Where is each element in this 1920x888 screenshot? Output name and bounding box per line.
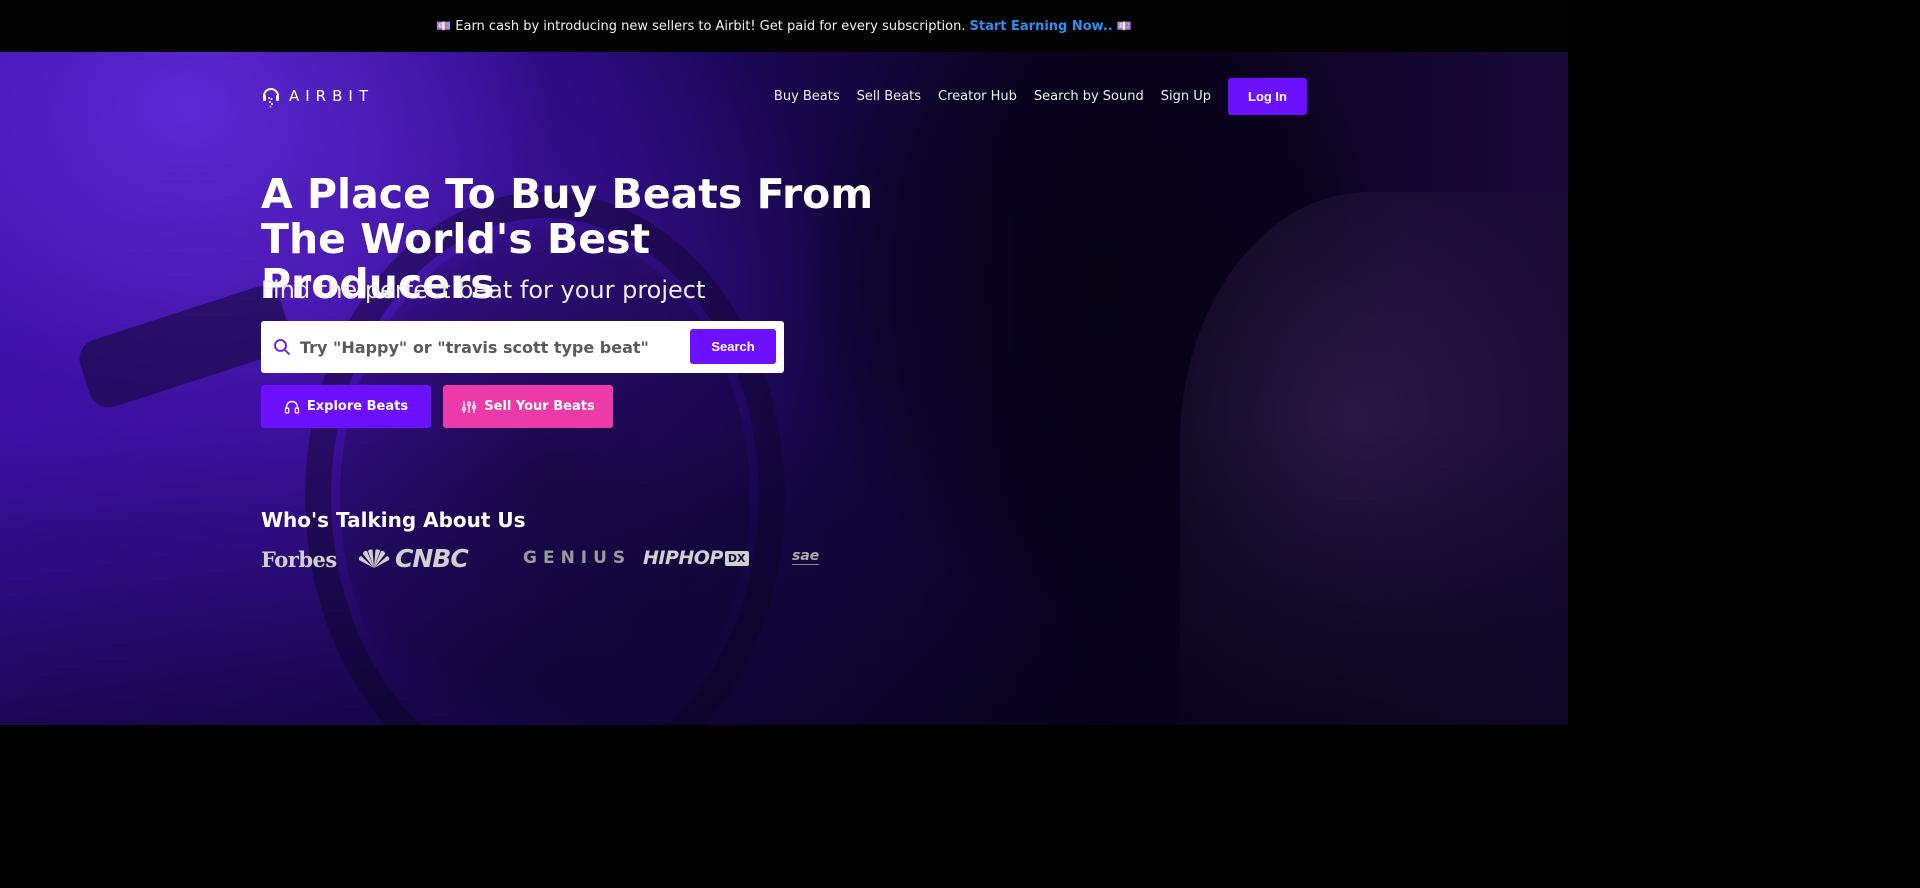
forbes-logo: Forbes — [261, 547, 337, 572]
sell-your-beats-label: Sell Your Beats — [484, 399, 595, 414]
search-box: Search — [261, 321, 784, 373]
airbit-logo[interactable]: AIRBIT — [261, 84, 374, 108]
background-shade — [0, 52, 1568, 725]
nav-links: Buy Beats Sell Beats Creator Hub Search … — [757, 77, 1307, 115]
sae-logo: sae — [792, 548, 820, 565]
nav-search-by-sound[interactable]: Search by Sound — [1034, 89, 1144, 104]
sliders-icon — [462, 400, 477, 413]
cnbc-logo-text: CNBC — [395, 544, 469, 573]
promo-text: Earn cash by introducing new sellers to … — [455, 18, 966, 34]
hiphop-logo-text: HIPHOP — [643, 547, 723, 569]
nav-creator-hub[interactable]: Creator Hub — [938, 89, 1017, 104]
navbar: AIRBIT Buy Beats Sell Beats Creator Hub … — [261, 67, 1307, 125]
headline-line-1: A Place To Buy Beats From — [261, 170, 874, 218]
headphone-logo-icon — [263, 88, 279, 108]
hero-section: AIRBIT Buy Beats Sell Beats Creator Hub … — [0, 52, 1568, 725]
dx-logo-badge: DX — [724, 550, 749, 566]
nav-sell-beats[interactable]: Sell Beats — [857, 89, 921, 104]
hiphopdx-logo: HIPHOP DX — [643, 547, 749, 569]
search-icon — [273, 338, 291, 356]
explore-beats-label: Explore Beats — [306, 399, 409, 414]
brand-name: AIRBIT — [289, 87, 374, 105]
peacock-icon — [358, 548, 390, 568]
start-earning-link[interactable]: Start Earning Now.. — [970, 19, 1113, 34]
money-emoji-icon: 💷 — [436, 19, 452, 33]
hero-subheadline: Find the perfect beat for your project — [261, 276, 706, 304]
headphones-icon — [284, 400, 300, 414]
cnbc-logo: CNBC — [357, 544, 469, 573]
login-button[interactable]: Log In — [1228, 77, 1307, 115]
press-title: Who's Talking About Us — [261, 508, 526, 532]
nav-sign-up[interactable]: Sign Up — [1161, 89, 1211, 104]
nav-buy-beats[interactable]: Buy Beats — [774, 89, 840, 104]
money-emoji-icon: 💷 — [1116, 19, 1132, 33]
search-button[interactable]: Search — [690, 329, 776, 364]
explore-beats-button[interactable]: Explore Beats — [261, 385, 431, 428]
promo-bar: 💷 Earn cash by introducing new sellers t… — [0, 0, 1568, 52]
search-input[interactable] — [300, 332, 680, 362]
sell-your-beats-button[interactable]: Sell Your Beats — [443, 385, 613, 428]
genius-logo: GENIUS — [523, 548, 632, 568]
